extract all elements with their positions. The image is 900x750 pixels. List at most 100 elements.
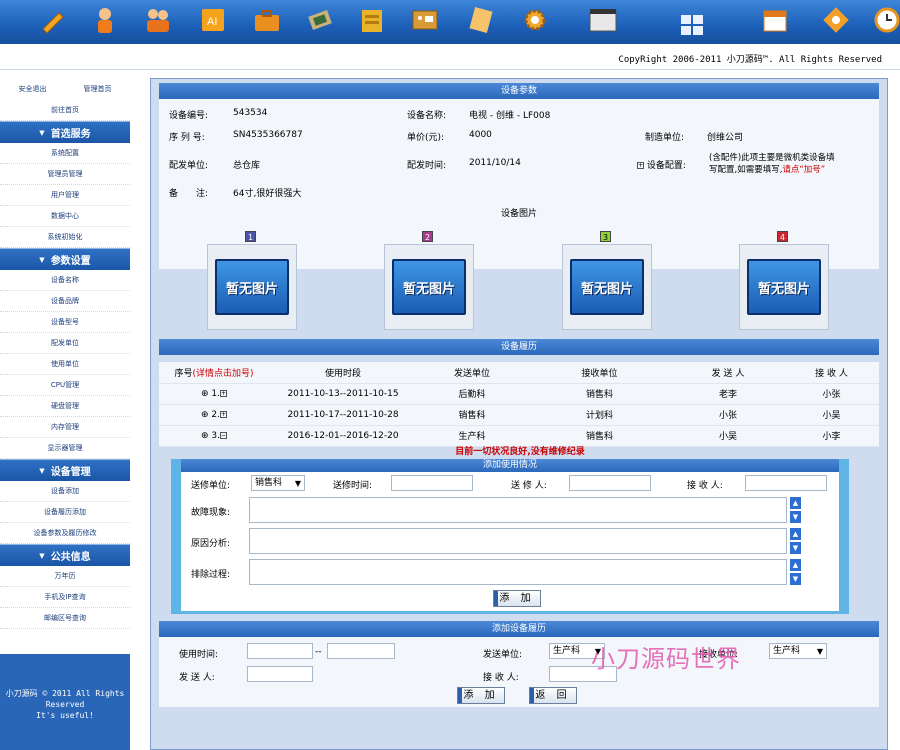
fault-textarea[interactable] [249,497,787,523]
triangle-icon: ▼ [39,256,44,264]
sidebar: 安全退出 管理首页 前往首页 ▼首选服务 系统配置 管理员管理 用户管理 数据中… [0,78,130,750]
sender-unit-label: 发送单位: [483,647,522,660]
image-number: 1 [245,231,256,242]
triangle-icon: ▼ [39,467,44,475]
ai-icon[interactable]: AI [198,4,228,36]
wrench-icon[interactable] [37,4,67,36]
fix-scroll[interactable]: ▲▼ [790,559,801,585]
history-sender-input[interactable] [247,666,313,682]
triangle-icon: ▼ [39,552,44,560]
price-label: 单价(元): [407,130,444,143]
sidebar-item-home[interactable]: 前往首页 [0,100,130,121]
worker-icon[interactable] [90,4,120,36]
film-icon[interactable] [578,4,628,36]
sidebar-item[interactable]: 系统初始化 [0,227,130,248]
serial-value: SN4535366787 [233,130,303,140]
calendar-icon[interactable] [760,4,790,36]
history-add-button[interactable]: 添 加 [457,687,505,704]
table-row[interactable]: ⊕ 3.− 2016-12-01--2016-12-20 生产科 销售科 小吴 … [159,425,879,446]
expand-icon[interactable]: ⊕ [201,410,209,420]
repair-sender-input[interactable] [569,475,651,491]
chip-icon[interactable] [305,4,335,36]
board-icon[interactable] [410,4,440,36]
puzzle-icon[interactable] [821,4,851,36]
fault-scroll[interactable]: ▲▼ [790,497,801,523]
image-number: 4 [777,231,788,242]
sidebar-item[interactable]: CPU管理 [0,375,130,396]
sidebar-section-header[interactable]: ▼设备管理 [0,459,130,481]
sidebar-item[interactable]: 设备参数及履历修改 [0,523,130,544]
table-row[interactable]: ⊕ 1.+ 2011-10-13--2011-10-15 后勤科 销售科 老李 … [159,383,879,404]
config-toggle[interactable]: + 设备配置: [637,158,686,171]
sidebar-item[interactable]: 系统配置 [0,143,130,164]
repair-receiver-label: 接 收 人: [687,478,723,491]
box-icon[interactable] [357,4,387,36]
images-title: 设备图片 [159,206,879,222]
toggle-icon[interactable]: + [220,411,227,418]
time-separator: -- [315,647,322,657]
sidebar-item[interactable]: 设备履历添加 [0,502,130,523]
chevron-down-icon: ▼ [295,477,301,491]
top-toolbar: AI [0,0,900,44]
sidebar-item[interactable]: 数据中心 [0,206,130,227]
windows-icon[interactable] [662,4,722,44]
device-image-3[interactable]: 3 暂无图片 [562,231,652,331]
sidebar-section-header[interactable]: ▼参数设置 [0,248,130,270]
sidebar-item[interactable]: 显示器管理 [0,438,130,459]
device-image-1[interactable]: 1 暂无图片 [207,231,297,331]
sidebar-item[interactable]: 设备名称 [0,270,130,291]
device-no-value: 543534 [233,108,267,118]
toggle-icon[interactable]: − [220,432,227,439]
expand-icon[interactable]: ⊕ [201,389,209,399]
sidebar-section-header[interactable]: ▼公共信息 [0,544,130,566]
main-panel: 设备参数 设备编号: 543534 设备名称: 电视 - 创维 - LF008 … [150,78,888,750]
sidebar-item[interactable]: 内存管理 [0,417,130,438]
sidebar-item[interactable]: 管理员管理 [0,164,130,185]
table-row[interactable]: ⊕ 2.+ 2011-10-17--2011-10-28 销售科 计划科 小张 … [159,404,879,425]
history-receiver-label: 接 收 人: [483,670,519,683]
repair-sender-label: 送 修 人: [511,478,547,491]
triangle-icon: ▼ [39,129,44,137]
repair-unit-select[interactable]: 销售科▼ [251,475,305,491]
fix-textarea[interactable] [249,559,787,585]
cause-textarea[interactable] [249,528,787,554]
cause-scroll[interactable]: ▲▼ [790,528,801,554]
use-time-start-input[interactable] [247,643,313,659]
repair-add-button[interactable]: 添 加 [493,590,541,607]
toggle-icon[interactable]: + [220,390,227,397]
receiver-unit-select[interactable]: 生产科▼ [769,643,827,659]
device-image-4[interactable]: 4 暂无图片 [739,231,829,331]
sidebar-item[interactable]: 邮编区号查询 [0,608,130,629]
logout-link[interactable]: 安全退出 [19,84,47,94]
column-header: 接收单位 [527,362,672,383]
briefcase-icon[interactable] [252,4,282,36]
sidebar-item[interactable]: 使用单位 [0,354,130,375]
sidebar-item[interactable]: 配发单位 [0,333,130,354]
sidebar-item[interactable]: 用户管理 [0,185,130,206]
dist-time-value: 2011/10/14 [469,158,521,168]
chevron-down-icon: ▼ [817,645,823,659]
serial-label: 序 列 号: [169,130,205,143]
sidebar-item[interactable]: 硬盘管理 [0,396,130,417]
sidebar-item[interactable]: 手机及IP查询 [0,587,130,608]
config-description: (含配件)此项主要是微机类设备填 写配置,如需要填写,请点“加号” [709,152,879,176]
config-link[interactable]: 请点“加号” [782,165,825,175]
users-icon[interactable] [143,4,173,36]
sidebar-section-header[interactable]: ▼首选服务 [0,121,130,143]
sidebar-item[interactable]: 设备型号 [0,312,130,333]
notepad-icon[interactable] [466,4,496,36]
sidebar-item[interactable]: 万年历 [0,566,130,587]
back-button[interactable]: 返 回 [529,687,577,704]
repair-receiver-input[interactable] [745,475,827,491]
repair-time-input[interactable] [391,475,473,491]
device-image-2[interactable]: 2 暂无图片 [384,231,474,331]
sidebar-item[interactable]: 设备品牌 [0,291,130,312]
sidebar-item[interactable]: 设备添加 [0,481,130,502]
expand-icon[interactable]: ⊕ [201,431,209,441]
history-table: 序号(详情点击加号) 使用时段 发送单位 接收单位 发 送 人 接 收 人 ⊕ … [159,362,879,447]
admin-home-link[interactable]: 管理首页 [84,84,112,94]
use-time-end-input[interactable] [327,643,395,659]
cause-label: 原因分析: [191,536,230,549]
clock-icon[interactable] [872,4,900,36]
gear-icon[interactable] [520,4,550,36]
